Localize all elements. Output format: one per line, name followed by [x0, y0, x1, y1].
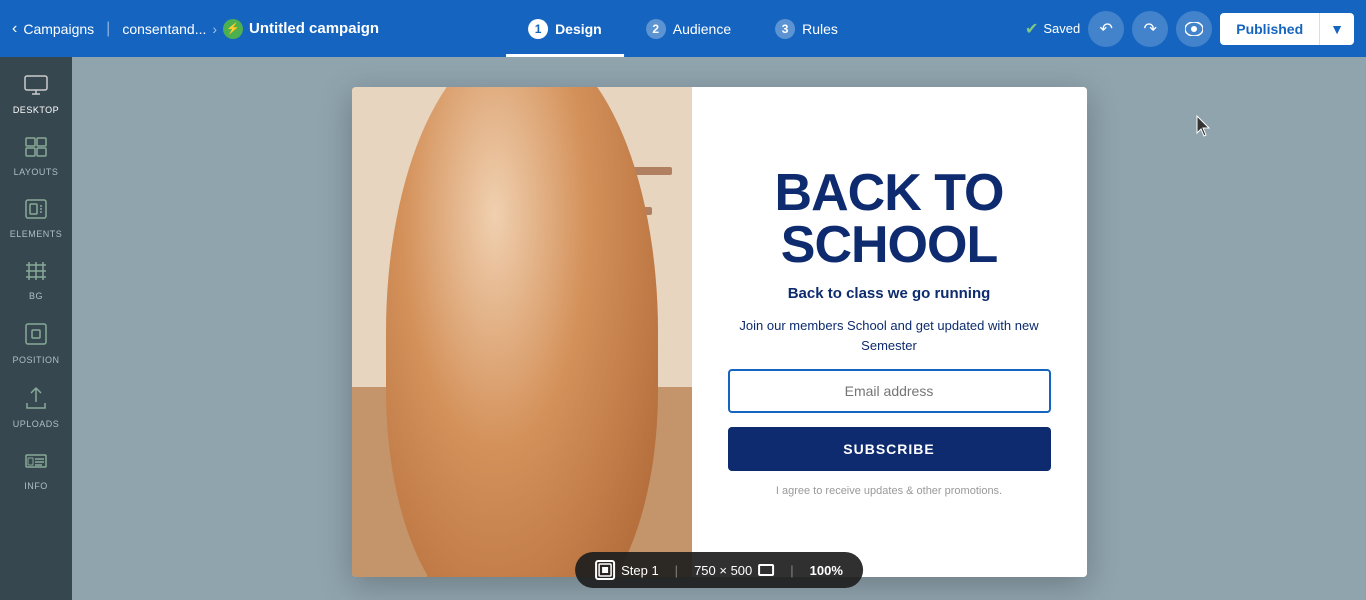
tab-rules[interactable]: 3 Rules	[753, 0, 860, 57]
sidebar-info-label: INFO	[24, 481, 48, 491]
redo-button[interactable]: ↷	[1132, 11, 1168, 47]
popup-disclaimer: I agree to receive updates & other promo…	[776, 485, 1002, 497]
bg-icon	[25, 261, 47, 287]
sidebar-item-elements[interactable]: ELEMENTS	[4, 189, 68, 247]
breadcrumb[interactable]: consentand... › ⚡ Untitled campaign	[122, 19, 379, 39]
main-layout: DESKTOP LAYOUTS	[0, 57, 1366, 600]
position-icon	[25, 323, 47, 351]
dimensions-icon	[758, 564, 774, 576]
tab-rules-label: Rules	[802, 21, 838, 37]
sidebar-item-position[interactable]: POSITION	[4, 313, 68, 373]
info-icon	[25, 451, 47, 477]
breadcrumb-arrow: ›	[212, 21, 217, 37]
sidebar-item-bg[interactable]: BG	[4, 251, 68, 309]
uploads-icon	[26, 387, 46, 415]
step-icon	[595, 560, 615, 580]
published-label: Published	[1220, 13, 1319, 45]
canvas-area[interactable]: BACK TO SCHOOL Back to class we go runni…	[72, 57, 1366, 600]
dimensions-label: 750 × 500	[694, 563, 752, 578]
sidebar-item-info[interactable]: INFO	[4, 441, 68, 499]
popup-preview: BACK TO SCHOOL Back to class we go runni…	[352, 87, 1087, 577]
undo-button[interactable]: ↶	[1088, 11, 1124, 47]
breadcrumb-site: consentand...	[122, 21, 206, 37]
dimensions-display: 750 × 500	[694, 563, 774, 578]
back-arrow-icon: ‹	[12, 20, 17, 38]
saved-indicator: ✔ Saved	[1025, 19, 1080, 39]
popup-heading: BACK TO SCHOOL	[728, 167, 1051, 271]
email-input[interactable]	[728, 369, 1051, 413]
campaigns-label: Campaigns	[23, 21, 94, 37]
desktop-icon	[24, 75, 48, 101]
student-image	[352, 87, 692, 577]
nav-tabs: 1 Design 2 Audience 3 Rules	[506, 0, 860, 57]
subscribe-button[interactable]: SUBSCRIBE	[728, 427, 1051, 471]
sidebar-uploads-label: UPLOADS	[13, 419, 60, 429]
tab-design[interactable]: 1 Design	[506, 0, 624, 57]
tab-design-label: Design	[555, 21, 602, 37]
sidebar-position-label: POSITION	[12, 355, 59, 365]
sidebar-item-uploads[interactable]: UPLOADS	[4, 377, 68, 437]
bottom-status-bar: Step 1 | 750 × 500 | 100%	[575, 552, 863, 588]
tab-audience-label: Audience	[673, 21, 731, 37]
preview-button[interactable]	[1176, 11, 1212, 47]
popup-image-panel	[352, 87, 692, 577]
campaign-title[interactable]: Untitled campaign	[249, 20, 379, 37]
top-navigation: ‹ Campaigns | consentand... › ⚡ Untitled…	[0, 0, 1366, 57]
sidebar-bg-label: BG	[29, 291, 43, 301]
layouts-icon	[25, 137, 47, 163]
sidebar-item-layouts[interactable]: LAYOUTS	[4, 127, 68, 185]
tab-audience-num: 2	[646, 19, 666, 39]
breadcrumb-separator: |	[106, 20, 110, 38]
saved-label: Saved	[1043, 21, 1080, 36]
tab-rules-num: 3	[775, 19, 795, 39]
popup-content-panel: BACK TO SCHOOL Back to class we go runni…	[692, 87, 1087, 577]
published-dropdown-icon[interactable]: ▼	[1319, 13, 1354, 45]
bottom-separator: |	[675, 563, 678, 578]
popup-body: Join our members School and get updated …	[728, 316, 1051, 355]
campaigns-link[interactable]: ‹ Campaigns	[12, 20, 94, 38]
step-label: Step 1	[621, 563, 659, 578]
step-indicator: Step 1	[595, 560, 659, 580]
popup-subheading: Back to class we go running	[788, 285, 991, 302]
tab-audience[interactable]: 2 Audience	[624, 0, 753, 57]
sidebar-layouts-label: LAYOUTS	[14, 167, 59, 177]
nav-right-controls: ✔ Saved ↶ ↷ Published ▼	[1025, 11, 1354, 47]
tab-design-num: 1	[528, 19, 548, 39]
sidebar-item-desktop[interactable]: DESKTOP	[4, 65, 68, 123]
cursor-icon	[1196, 115, 1208, 133]
zoom-level: 100%	[810, 563, 843, 578]
sidebar: DESKTOP LAYOUTS	[0, 57, 72, 600]
bottom-separator-2: |	[790, 563, 793, 578]
elements-icon	[25, 199, 47, 225]
saved-check-icon: ✔	[1025, 19, 1038, 39]
campaign-lightning-icon: ⚡	[223, 19, 243, 39]
published-button[interactable]: Published ▼	[1220, 13, 1354, 45]
sidebar-elements-label: ELEMENTS	[10, 229, 63, 239]
sidebar-desktop-label: DESKTOP	[13, 105, 59, 115]
